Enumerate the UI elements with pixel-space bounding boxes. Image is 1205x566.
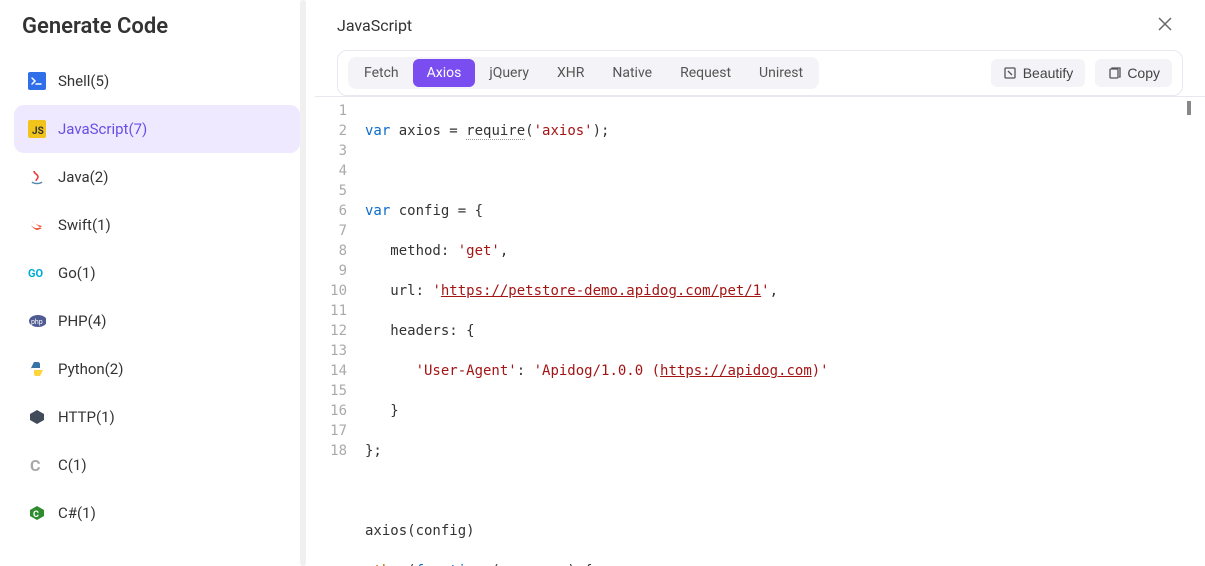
go-icon: GO [28,264,46,282]
sidebar-item-label: Java(2) [58,168,108,186]
svg-text:C: C [30,456,40,474]
sidebar-item-c[interactable]: C C(1) [14,441,300,489]
sidebar-item-label: Go(1) [58,264,96,282]
shell-icon [28,72,46,90]
sidebar-item-python[interactable]: Python(2) [14,345,300,393]
sidebar-item-label: C(1) [58,456,87,474]
sidebar-item-label: Swift(1) [58,216,111,234]
tab-native[interactable]: Native [598,59,666,87]
copy-button[interactable]: Copy [1095,59,1172,87]
csharp-icon: C [28,504,46,522]
line-gutter: 123456789101112131415161718 [315,97,355,566]
language-list: Shell(5) JS JavaScript(7) Java(2) Swift(… [0,57,314,537]
sidebar-item-java[interactable]: Java(2) [14,153,300,201]
sidebar-item-label: HTTP(1) [58,408,115,426]
php-icon: php [28,312,46,330]
sidebar-item-javascript[interactable]: JS JavaScript(7) [14,105,300,153]
sidebar-item-csharp[interactable]: C C#(1) [14,489,300,537]
sidebar-item-swift[interactable]: Swift(1) [14,201,300,249]
sidebar-title: Generate Code [0,10,314,57]
tab-request[interactable]: Request [666,59,745,87]
svg-text:GO: GO [28,267,43,280]
sidebar-item-label: Python(2) [58,360,123,378]
beautify-label: Beautify [1023,65,1074,81]
svg-text:JS: JS [32,126,44,137]
svg-text:C: C [33,510,39,520]
code-editor[interactable]: 123456789101112131415161718 var axios = … [315,96,1205,566]
copy-label: Copy [1127,65,1160,81]
sidebar-item-label: C#(1) [58,504,96,522]
sidebar-item-label: Shell(5) [58,72,109,90]
python-icon [28,360,46,378]
svg-text:php: php [31,318,43,326]
javascript-icon: JS [28,120,46,138]
sidebar-item-http[interactable]: HTTP(1) [14,393,300,441]
code-content: var axios = require('axios'); var config… [355,97,1205,566]
http-client-tabs: Fetch Axios jQuery XHR Native Request Un… [348,57,819,89]
tab-xhr[interactable]: XHR [543,59,598,87]
tab-fetch[interactable]: Fetch [350,59,413,87]
tab-jquery[interactable]: jQuery [475,59,543,87]
sidebar: Generate Code Shell(5) JS JavaScript(7) … [0,0,315,566]
c-icon: C [28,456,46,474]
beautify-button[interactable]: Beautify [991,59,1086,87]
toolbar: Fetch Axios jQuery XHR Native Request Un… [337,50,1183,96]
page-title: JavaScript [337,16,412,35]
close-icon [1157,16,1173,32]
main-panel: JavaScript Fetch Axios jQuery XHR Native… [315,0,1205,566]
close-button[interactable] [1147,9,1183,41]
sidebar-item-php[interactable]: php PHP(4) [14,297,300,345]
tab-axios[interactable]: Axios [413,59,476,87]
java-icon [28,168,46,186]
sidebar-item-go[interactable]: GO Go(1) [14,249,300,297]
wand-icon [1003,66,1017,80]
sidebar-item-label: PHP(4) [58,312,106,330]
swift-icon [28,216,46,234]
sidebar-item-shell[interactable]: Shell(5) [14,57,300,105]
http-icon [28,408,46,426]
sidebar-item-label: JavaScript(7) [58,120,147,138]
tab-unirest[interactable]: Unirest [745,59,817,87]
copy-icon [1107,66,1121,80]
